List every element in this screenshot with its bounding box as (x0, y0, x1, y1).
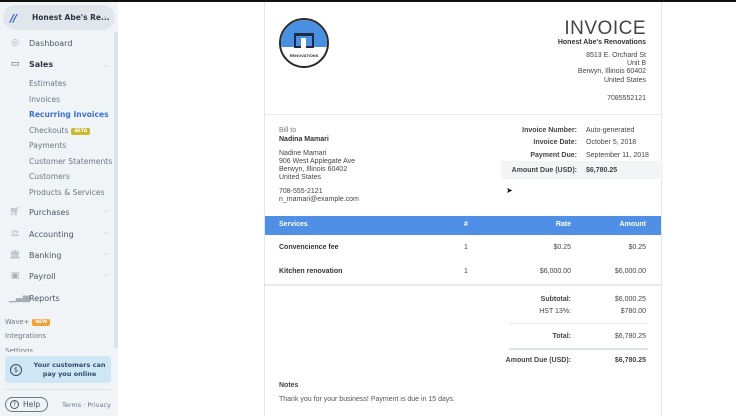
divider (509, 348, 648, 350)
sub-products-services[interactable]: Products & Services (29, 188, 105, 197)
bar-chart-icon: ▁▃▅ (9, 293, 30, 303)
amount-due-total: $6,780.25 (614, 357, 646, 364)
legal-links: Terms · Privacy (62, 401, 111, 409)
total-value: $6,780.25 (614, 333, 646, 340)
nav-banking[interactable]: 🏛︎ Banking ﹀ (9, 250, 109, 261)
customer-address: Nadine Mamari 906 West Applegate Ave Berwy… (279, 150, 356, 181)
subtotal-value: $6,000.25 (614, 296, 646, 303)
dashboard-icon: ◎ (11, 38, 19, 48)
bank-icon: 🏛︎ (9, 250, 21, 260)
col-rate: Rate (555, 221, 571, 228)
chevron-right-icon: › (103, 13, 107, 22)
company-phone: 7085552121 (607, 95, 646, 102)
integrations-link[interactable]: Integrations (5, 332, 46, 340)
meta-label: Amount Due (USD): (511, 167, 577, 174)
mouse-cursor-icon: ➤ (506, 186, 513, 195)
nav-label: Payroll (29, 272, 56, 281)
customer-email: n_mamari@example.com (279, 196, 359, 203)
scale-icon: ⚖︎ (10, 229, 20, 239)
company-name: Honest Abe's Renovations (557, 39, 646, 46)
invoice-number: Auto-generated (586, 127, 635, 134)
privacy-link[interactable]: Privacy (87, 401, 111, 409)
help-label: Help (23, 400, 41, 409)
sidebar-scrollbar[interactable] (114, 32, 118, 348)
tax-value: $780.00 (620, 308, 646, 315)
sales-icon: ▭ (10, 59, 20, 69)
sidebar: // Honest Abe's Re... › ◎ Dashboard ▭ Sale… (0, 2, 118, 416)
pay-online-promo[interactable]: $ Your customers can pay you online (5, 356, 111, 383)
sub-payments[interactable]: Payments (29, 141, 66, 150)
wave-plus-link[interactable]: Wave+ NEW (5, 318, 51, 326)
customer-name: Nadina Mamari (279, 136, 329, 143)
chevron-down-icon: ﹀ (102, 210, 109, 217)
chevron-down-icon: ﹀ (102, 253, 109, 260)
company-logo: RENOVATIONS (279, 18, 329, 68)
tax-label: HST 13%: (539, 308, 571, 315)
beta-badge: BETA (71, 127, 91, 135)
sub-customers[interactable]: Customers (29, 172, 70, 181)
nav-label: Dashboard (29, 39, 73, 48)
nav-label: Accounting (29, 230, 74, 239)
dollar-icon: $ (10, 363, 22, 376)
table-row: Convencience fee 1 $0.25 $0.25 (279, 244, 646, 251)
nav-sales[interactable]: ▭ Sales ︿ (9, 59, 109, 70)
nav-dashboard[interactable]: ◎ Dashboard (9, 38, 109, 49)
sub-recurring-invoices[interactable]: Recurring Invoices (29, 110, 109, 119)
divider (509, 323, 648, 324)
company-address: 8513 E. Orchard St Unit B Berwyn, Illinois… (577, 52, 646, 84)
payment-due: September 11, 2018 (586, 152, 649, 159)
total-label: Total: (552, 333, 571, 340)
wave-plus-label: Wave+ (5, 318, 30, 326)
notes-label: Notes (279, 382, 299, 389)
chevron-up-icon: ︿ (102, 62, 109, 69)
nav-reports[interactable]: ▁▃▅ Reports (9, 293, 109, 304)
invoice-date: October 5, 2018 (586, 139, 637, 146)
nav-payroll[interactable]: ▣ Payroll ﹀ (9, 271, 109, 282)
help-button[interactable]: ? Help (5, 397, 48, 412)
meta-label: Invoice Date: (533, 139, 577, 146)
business-switcher[interactable]: // Honest Abe's Re... › (3, 5, 115, 30)
nav-purchases[interactable]: 🛒︎ Purchases ﹀ (9, 207, 109, 218)
sub-checkouts[interactable]: Checkouts BETA (29, 126, 91, 135)
nav-label: Sales (29, 60, 54, 69)
divider (265, 114, 661, 115)
col-services: Services (279, 221, 308, 228)
col-qty: # (464, 221, 468, 228)
table-row: Kitchen renovation 1 $6,000.00 $6,000.00 (279, 268, 646, 275)
bill-to-label: Bill to (279, 127, 297, 134)
nav-label: Banking (29, 251, 62, 260)
new-badge: NEW (32, 318, 51, 326)
meta-label: Payment Due: (530, 152, 577, 159)
notes-text: Thank you for your business! Payment is … (279, 396, 455, 403)
divider (265, 284, 661, 286)
amount-due-value: $6,780.25 (586, 167, 618, 174)
promo-text: Your customers can pay you online (33, 360, 106, 378)
nav-accounting[interactable]: ⚖︎ Accounting ﹀ (9, 229, 109, 240)
sub-label: Checkouts (29, 126, 69, 135)
invoice-preview: RENOVATIONS INVOICE Honest Abe's Renovat… (264, 2, 663, 416)
wave-logo-icon: // (10, 11, 17, 25)
terms-link[interactable]: Terms (62, 401, 81, 409)
customer-phone: 708-555-2121 (279, 188, 323, 195)
payroll-icon: ▣ (10, 271, 20, 281)
cart-icon: 🛒︎ (9, 207, 21, 217)
meta-label: Invoice Number: (522, 127, 577, 134)
business-name: Honest Abe's Re... (32, 13, 110, 22)
invoice-title: INVOICE (564, 18, 646, 39)
sub-invoices[interactable]: Invoices (29, 95, 60, 104)
amount-due-label: Amount Due (USD): (505, 357, 571, 364)
chevron-down-icon: ﹀ (102, 232, 109, 239)
divider (5, 389, 111, 390)
chevron-down-icon: ﹀ (102, 274, 109, 281)
question-icon: ? (10, 400, 19, 409)
col-amount: Amount (619, 221, 646, 228)
nav-label: Reports (29, 294, 60, 303)
sub-customer-statements[interactable]: Customer Statements (29, 157, 112, 166)
subtotal-label: Subtotal: (540, 296, 571, 303)
settings-link[interactable]: Settings (5, 347, 33, 352)
sub-estimates[interactable]: Estimates (29, 79, 67, 88)
nav-label: Purchases (29, 208, 70, 217)
items-table-header: Services # Rate Amount (265, 216, 661, 235)
